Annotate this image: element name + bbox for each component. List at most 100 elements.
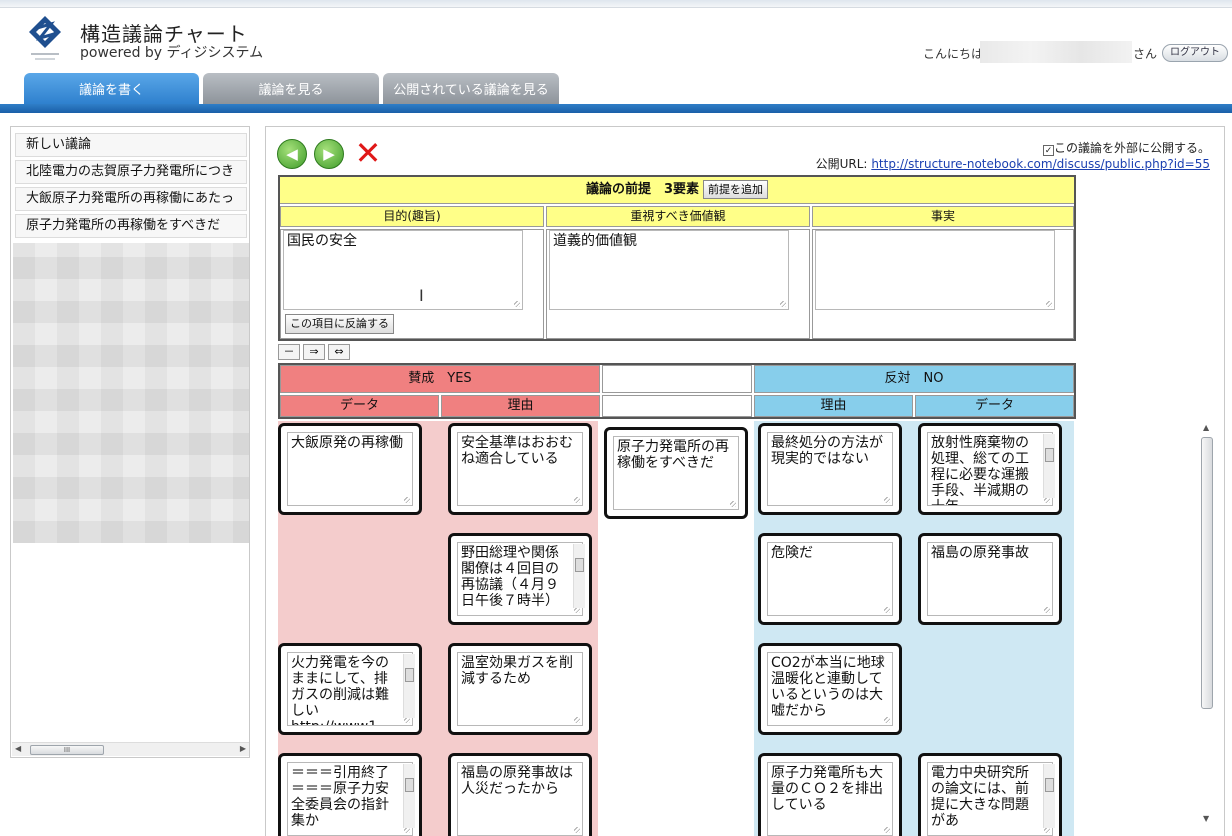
card-scrollbar[interactable] bbox=[403, 764, 415, 828]
center-header bbox=[602, 365, 752, 393]
argument-card[interactable]: 原子力発電所も大量のＣＯ２を排出している bbox=[758, 753, 902, 836]
card-scrollbar[interactable] bbox=[1043, 764, 1055, 828]
scroll-thumb[interactable] bbox=[405, 778, 414, 792]
card-textarea[interactable]: 温室効果ガスを削減するため bbox=[457, 652, 583, 726]
scroll-up-icon[interactable]: ▲ bbox=[1203, 423, 1209, 432]
argument-card[interactable]: ＝＝＝引用終了＝＝＝原子力安全委員会の指針集か bbox=[278, 753, 422, 836]
card-textarea[interactable]: 火力発電を今のままにして、排ガスの削減は難しい http://www1. bbox=[287, 652, 413, 726]
scroll-thumb[interactable] bbox=[1045, 778, 1054, 792]
argument-card[interactable]: 最終処分の方法が現実的ではない bbox=[758, 423, 902, 515]
tab-write-discussion[interactable]: 議論を書く bbox=[24, 73, 199, 105]
argument-card[interactable]: 温室効果ガスを削減するため bbox=[448, 643, 592, 735]
scrollbar-thumb[interactable]: III bbox=[30, 745, 104, 755]
forward-arrow-icon[interactable]: ▶ bbox=[314, 139, 344, 169]
argument-card[interactable]: 放射性廃棄物の処理、総ての工程に必要な運搬手段、半減期の十年 bbox=[918, 423, 1062, 515]
card-textarea[interactable]: ＝＝＝引用終了＝＝＝原子力安全委員会の指針集か bbox=[287, 762, 413, 836]
text-cursor-icon: Ⅰ bbox=[419, 286, 424, 305]
arrow-right-button[interactable]: ⇒ bbox=[303, 344, 325, 360]
minus-button[interactable]: － bbox=[278, 344, 300, 360]
argument-card[interactable]: CO2が本当に地球温暖化と連動しているというのは大嘘だから bbox=[758, 643, 902, 735]
scroll-right-icon[interactable]: ▶ bbox=[240, 744, 246, 753]
card-textarea[interactable]: 福島の原発事故は人災だったから bbox=[457, 762, 583, 836]
premise-header: 議論の前提 3要素 前提を追加 bbox=[280, 177, 1074, 204]
yes-no-header: 賛成 YES 反対 NO データ 理由 理由 データ bbox=[278, 363, 1076, 419]
scroll-down-icon[interactable]: ▼ bbox=[1203, 814, 1209, 823]
card-textarea[interactable]: 野田総理や関係閣僚は４回目の再協議（４月９日午後７時半） bbox=[457, 542, 583, 616]
top-strip bbox=[0, 0, 1232, 8]
card-textarea[interactable]: 最終処分の方法が現実的ではない bbox=[767, 432, 893, 506]
sidebar-horizontal-scrollbar[interactable]: ◀ III ▶ bbox=[12, 742, 249, 756]
back-arrow-icon[interactable]: ◀ bbox=[277, 139, 307, 169]
card-scrollbar[interactable] bbox=[1043, 434, 1055, 498]
arrow-both-button[interactable]: ⇔ bbox=[328, 344, 350, 360]
center-subheader bbox=[602, 395, 752, 417]
tab-view-discussion[interactable]: 議論を見る bbox=[203, 73, 379, 105]
publish-label: この議論を外部に公開する。 bbox=[1053, 141, 1210, 155]
username-redacted bbox=[980, 41, 1132, 63]
argument-card[interactable]: 野田総理や関係閣僚は４回目の再協議（４月９日午後７時半） bbox=[448, 533, 592, 625]
sidebar-item-discussion[interactable]: 原子力発電所の再稼働をすべきだ bbox=[15, 214, 247, 238]
scroll-thumb[interactable] bbox=[575, 558, 584, 572]
card-scrollbar[interactable] bbox=[403, 654, 415, 718]
honorific-text: さん bbox=[1133, 47, 1158, 61]
rebut-item-button[interactable]: この項目に反論する bbox=[285, 314, 394, 334]
claim-textarea[interactable]: 原子力発電所の再稼働をすべきだ bbox=[613, 436, 739, 510]
facts-textarea[interactable] bbox=[815, 230, 1055, 310]
card-scrollbar[interactable] bbox=[573, 544, 585, 608]
argument-card[interactable]: 福島の原発事故は人災だったから bbox=[448, 753, 592, 836]
no-header: 反対 NO bbox=[754, 365, 1074, 393]
card-textarea[interactable]: 安全基準はおおむね適合している bbox=[457, 432, 583, 506]
argument-card[interactable]: 安全基準はおおむね適合している bbox=[448, 423, 592, 515]
card-textarea[interactable]: CO2が本当に地球温暖化と連動しているというのは大嘘だから bbox=[767, 652, 893, 726]
scroll-thumb[interactable] bbox=[405, 668, 414, 682]
card-textarea[interactable]: 放射性廃棄物の処理、総ての工程に必要な運搬手段、半減期の十年 bbox=[927, 432, 1053, 506]
yes-data-header: データ bbox=[280, 395, 439, 417]
argument-card[interactable]: 福島の原発事故 bbox=[918, 533, 1062, 625]
premise-col-values: 重視すべき価値観 bbox=[546, 206, 810, 227]
header-divider bbox=[0, 104, 1232, 113]
discussion-list-sidebar: 新しい議論 北陸電力の志賀原子力発電所につき 大飯原子力発電所の再稼働にあたっ … bbox=[10, 126, 250, 758]
board-vertical-scrollbar[interactable]: ▲ ▼ bbox=[1200, 423, 1214, 823]
argument-card[interactable]: 大飯原発の再稼働 bbox=[278, 423, 422, 515]
claim-card[interactable]: 原子力発電所の再稼働をすべきだ bbox=[604, 427, 748, 519]
premise-col-facts: 事実 bbox=[812, 206, 1074, 227]
argument-card[interactable]: 電力中央研究所の論文には、前提に大きな問題があ bbox=[918, 753, 1062, 836]
argument-card[interactable]: 危険だ bbox=[758, 533, 902, 625]
connector-toolbar: － ⇒ ⇔ bbox=[278, 344, 353, 360]
premise-cell-values: 道義的価値観 bbox=[546, 229, 810, 339]
yes-header: 賛成 YES bbox=[280, 365, 600, 393]
sidebar-item-new-discussion[interactable]: 新しい議論 bbox=[15, 133, 247, 157]
card-textarea[interactable]: 大飯原発の再稼働 bbox=[287, 432, 413, 506]
values-textarea[interactable]: 道義的価値観 bbox=[549, 230, 789, 310]
public-url-link[interactable]: http://structure-notebook.com/discuss/pu… bbox=[871, 157, 1210, 171]
sidebar-item-discussion[interactable]: 大飯原子力発電所の再稼働にあたっ bbox=[15, 187, 247, 211]
sidebar-item-discussion[interactable]: 北陸電力の志賀原子力発電所につき bbox=[15, 160, 247, 184]
scroll-left-icon[interactable]: ◀ bbox=[15, 744, 21, 753]
premise-col-purpose: 目的(趣旨) bbox=[280, 206, 544, 227]
card-textarea[interactable]: 危険だ bbox=[767, 542, 893, 616]
yes-reason-header: 理由 bbox=[441, 395, 600, 417]
app-logo-icon bbox=[29, 16, 61, 60]
premise-title: 議論の前提 3要素 bbox=[585, 182, 700, 197]
no-reason-header: 理由 bbox=[754, 395, 913, 417]
greeting-text: こんにちは bbox=[923, 47, 984, 61]
public-url-label: 公開URL: bbox=[815, 157, 868, 171]
delete-x-icon[interactable]: ✕ bbox=[352, 137, 384, 169]
publish-option[interactable]: ✓ この議論を外部に公開する。 bbox=[1042, 139, 1210, 156]
logout-button[interactable]: ログアウト bbox=[1162, 44, 1228, 62]
argument-card[interactable]: 火力発電を今のままにして、排ガスの削減は難しい http://www1. bbox=[278, 643, 422, 735]
tab-public-discussions[interactable]: 公開されている議論を見る bbox=[383, 73, 559, 105]
card-textarea[interactable]: 原子力発電所も大量のＣＯ２を排出している bbox=[767, 762, 893, 836]
add-premise-button[interactable]: 前提を追加 bbox=[703, 179, 769, 199]
premise-cell-facts bbox=[812, 229, 1074, 339]
public-url-row: 公開URL: http://structure-notebook.com/dis… bbox=[816, 155, 1210, 172]
scrollbar-thumb[interactable] bbox=[1201, 437, 1213, 709]
argument-board: 大飯原発の再稼働 安全基準はおおむね適合している 原子力発電所の再稼働をすべきだ… bbox=[278, 421, 1076, 836]
card-textarea[interactable]: 電力中央研究所の論文には、前提に大きな問題があ bbox=[927, 762, 1053, 836]
discussion-editor: ◀ ▶ ✕ ✓ この議論を外部に公開する。 公開URL: http://struc… bbox=[265, 126, 1225, 836]
card-textarea[interactable]: 福島の原発事故 bbox=[927, 542, 1053, 616]
premise-table: 議論の前提 3要素 前提を追加 目的(趣旨) 重視すべき価値観 事実 国民の安全 … bbox=[278, 175, 1076, 341]
purpose-textarea[interactable]: 国民の安全 bbox=[283, 230, 523, 310]
scroll-thumb[interactable] bbox=[1045, 448, 1054, 462]
premise-cell-purpose: 国民の安全 Ⅰ この項目に反論する bbox=[280, 229, 544, 339]
